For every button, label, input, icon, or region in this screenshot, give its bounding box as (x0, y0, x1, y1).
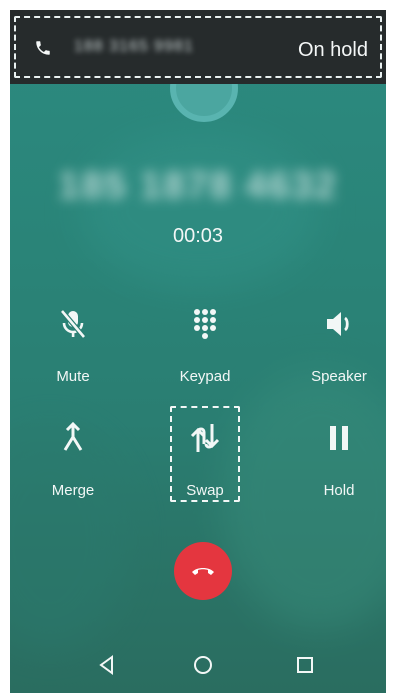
swap-button[interactable]: Swap (160, 420, 250, 510)
call-screen: 188 3165 9981 On hold 185 1878 4632 00:0… (10, 10, 386, 693)
keypad-button[interactable]: Keypad (160, 306, 250, 396)
mute-label: Mute (56, 368, 90, 385)
home-circle-icon[interactable] (188, 650, 218, 680)
speaker-button[interactable]: Speaker (294, 306, 384, 396)
mute-icon (60, 309, 86, 339)
call-timer: 00:03 (172, 225, 224, 247)
hold-button[interactable]: Hold (294, 420, 384, 510)
speaker-label: Speaker (311, 368, 367, 385)
pause-icon (330, 426, 348, 450)
back-triangle-icon[interactable] (92, 650, 122, 680)
hold-label: Hold (323, 482, 355, 499)
on-hold-banner[interactable]: 188 3165 9981 On hold (10, 10, 386, 84)
end-call-button[interactable] (174, 542, 232, 600)
held-call-number: 188 3165 9981 (74, 38, 194, 55)
swap-icon (190, 424, 220, 452)
mute-button[interactable]: Mute (28, 306, 118, 396)
end-call-icon (192, 568, 214, 575)
active-call-number: 185 1878 4632 (58, 165, 338, 207)
swap-label: Swap (186, 482, 224, 499)
phone-icon (36, 41, 50, 55)
merge-icon (63, 421, 83, 451)
keypad-label: Keypad (179, 368, 231, 385)
background-blob (80, 130, 320, 290)
keypad-icon (194, 309, 216, 339)
recents-square-icon[interactable] (290, 650, 320, 680)
merge-label: Merge (51, 482, 95, 499)
speaker-icon (327, 312, 349, 336)
merge-button[interactable]: Merge (28, 420, 118, 510)
system-navigation-bar (10, 638, 386, 693)
on-hold-status: On hold (297, 39, 368, 61)
